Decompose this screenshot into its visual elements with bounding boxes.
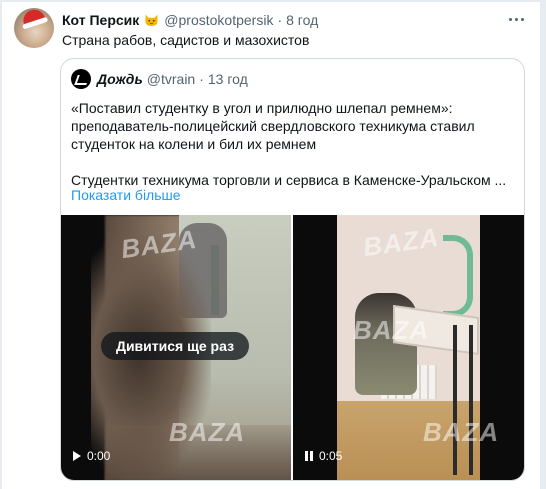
separator-dot: · [199, 71, 204, 87]
avatar[interactable] [14, 8, 54, 48]
more-dot-icon [520, 17, 524, 21]
baza-watermark: BAZA [423, 417, 500, 447]
video-player-1[interactable]: BAZA BAZA Дивитися ще раз 0:00 [61, 215, 291, 480]
quote-time[interactable]: 13 год [208, 71, 248, 87]
tweet-text: Страна рабов, садистов и мазохистов [62, 32, 310, 48]
author-name[interactable]: Кот Персик [62, 12, 139, 28]
quote-text-line: студенток на колени и бил их ремнем [71, 136, 317, 152]
quote-text-line: «Поставил студентку в угол и прилюдно шл… [71, 100, 453, 116]
frame-top-border [0, 0, 546, 2]
video-player-2[interactable]: BAZA BAZA BAZA 0:05 [293, 215, 524, 480]
quote-text: «Поставил студентку в угол и прилюдно шл… [71, 99, 516, 189]
quote-text-line: преподаватель-полицейский свердловского … [71, 118, 475, 134]
more-dot-icon [514, 17, 518, 21]
watch-again-button[interactable]: Дивитися ще раз [101, 332, 249, 360]
quote-header: Дождь @tvrain · 13 год [71, 69, 248, 89]
tvrain-logo-icon[interactable] [71, 69, 91, 89]
frame-left-border [0, 0, 2, 489]
play-icon[interactable] [73, 451, 81, 461]
separator-dot: · [277, 12, 283, 28]
quote-author-handle[interactable]: @tvrain [147, 71, 195, 87]
cat-face-icon [145, 14, 158, 26]
video-controls: 0:05 [305, 448, 342, 464]
tweet-header: Кот Персик @prostokotpersik · 8 год [62, 11, 318, 29]
video-time: 0:05 [319, 449, 343, 463]
video-frame-chair [453, 325, 473, 475]
show-more-link[interactable]: Показати більше [71, 187, 181, 203]
frame-right-border [540, 0, 546, 489]
tweet-time[interactable]: 8 год [286, 12, 318, 28]
media-grid: BAZA BAZA Дивитися ще раз 0:00 BAZA BAZA… [61, 215, 524, 480]
quote-tweet-card[interactable]: Дождь @tvrain · 13 год «Поставил студент… [60, 58, 525, 481]
video-time: 0:00 [87, 449, 111, 463]
video-frame-stripe [443, 235, 473, 317]
video-controls: 0:00 [73, 448, 110, 464]
more-options-button[interactable] [504, 10, 528, 28]
more-dot-icon [508, 17, 512, 21]
author-handle[interactable]: @prostokotpersik [164, 12, 273, 28]
pause-icon[interactable] [305, 451, 313, 461]
baza-watermark: BAZA [353, 315, 430, 345]
baza-watermark: BAZA [169, 417, 246, 447]
quote-author-name[interactable]: Дождь [97, 71, 143, 87]
santa-hat-icon [20, 8, 46, 27]
